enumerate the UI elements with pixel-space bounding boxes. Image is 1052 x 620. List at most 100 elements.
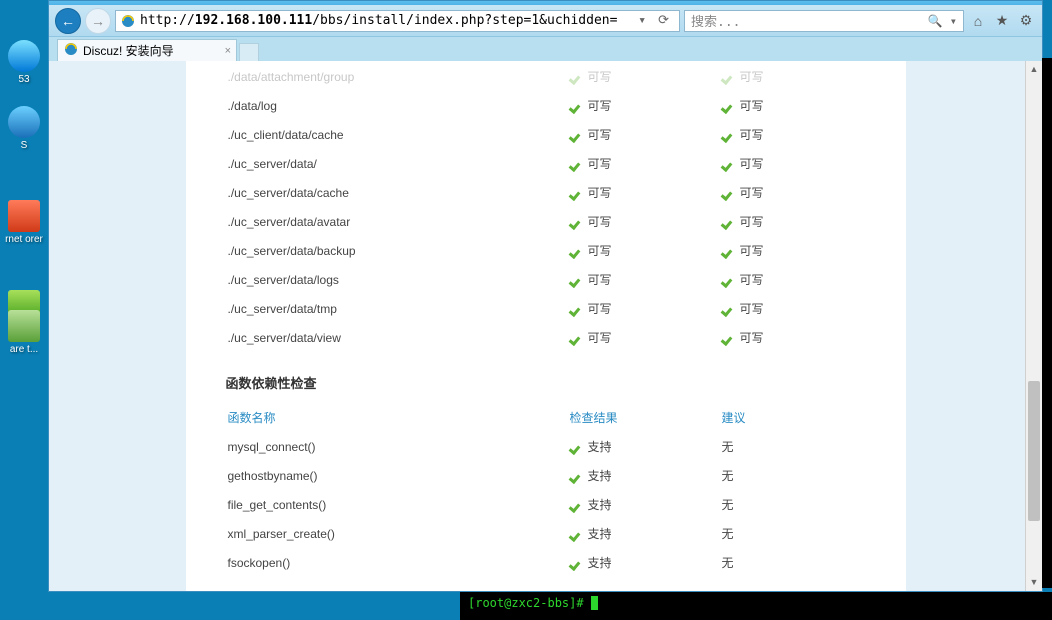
vertical-scrollbar[interactable]: ▲ ▼ bbox=[1025, 61, 1042, 591]
cell-func-name: gethostbyname() bbox=[228, 462, 568, 489]
cell-status: 可写 bbox=[570, 237, 720, 264]
check-icon bbox=[722, 188, 736, 200]
check-icon bbox=[570, 333, 584, 345]
tab-discuz[interactable]: Discuz! 安装向导 × bbox=[57, 39, 237, 61]
scrollbar-thumb[interactable] bbox=[1028, 381, 1040, 521]
address-bar[interactable]: http://192.168.100.111/bbs/install/index… bbox=[115, 10, 680, 32]
nav-bar: ← → http://192.168.100.111/bbs/install/i… bbox=[49, 5, 1042, 37]
cell-suggest: 可写 bbox=[722, 179, 864, 206]
cell-status: 可写 bbox=[570, 63, 720, 90]
search-box[interactable]: 搜索... 🔍 ▾ bbox=[684, 10, 964, 32]
favorites-icon[interactable]: ★ bbox=[992, 11, 1012, 31]
cell-func-suggest: 无 bbox=[722, 520, 864, 547]
check-icon bbox=[722, 217, 736, 229]
cell-status: 可写 bbox=[570, 121, 720, 148]
arrow-left-icon: ← bbox=[61, 13, 75, 29]
cell-path: ./data/log bbox=[228, 92, 568, 119]
table-row: ./uc_client/data/cache 可写 可写 bbox=[228, 121, 864, 148]
check-icon bbox=[570, 558, 584, 570]
table-row: ./uc_server/data/cache 可写 可写 bbox=[228, 179, 864, 206]
cell-suggest: 可写 bbox=[722, 266, 864, 293]
new-tab-button[interactable] bbox=[239, 43, 259, 61]
browser-window: ← → http://192.168.100.111/bbs/install/i… bbox=[48, 0, 1043, 592]
search-icon[interactable]: 🔍 ▾ bbox=[928, 14, 957, 28]
check-icon bbox=[570, 246, 584, 258]
desktop-icon[interactable]: 53 bbox=[4, 40, 44, 85]
cell-func-result: 支持 bbox=[570, 491, 720, 518]
cell-func-name: mysql_connect() bbox=[228, 433, 568, 460]
col-header-suggest: 建议 bbox=[722, 404, 864, 431]
ie-icon bbox=[120, 13, 136, 29]
cell-path: ./uc_server/data/logs bbox=[228, 266, 568, 293]
url-text: http://192.168.100.111/bbs/install/index… bbox=[140, 13, 617, 28]
cell-func-suggest: 无 bbox=[722, 491, 864, 518]
check-icon bbox=[570, 500, 584, 512]
table-row: ./uc_server/data/logs 可写 可写 bbox=[228, 266, 864, 293]
cell-func-result: 支持 bbox=[570, 520, 720, 547]
cell-func-suggest: 无 bbox=[722, 549, 864, 576]
back-button[interactable]: ← bbox=[55, 8, 81, 34]
terminal-window[interactable] bbox=[1042, 58, 1052, 588]
cell-func-name: file_get_contents() bbox=[228, 491, 568, 518]
desktop-icon-ie[interactable]: rnet orer bbox=[4, 200, 44, 245]
cell-func-result: 支持 bbox=[570, 462, 720, 489]
table-row: ./data/log 可写 可写 bbox=[228, 92, 864, 119]
tab-title: Discuz! 安装向导 bbox=[83, 42, 174, 59]
check-icon bbox=[570, 304, 584, 316]
check-icon bbox=[570, 130, 584, 142]
cell-suggest: 可写 bbox=[722, 324, 864, 351]
check-icon bbox=[570, 529, 584, 541]
page-content: ./data/attachment/group 可写 可写 ./data/log… bbox=[49, 61, 1042, 591]
cell-path: ./uc_server/data/tmp bbox=[228, 295, 568, 322]
desktop-icon[interactable]: S bbox=[4, 106, 44, 151]
tools-icon[interactable]: ⚙ bbox=[1016, 11, 1036, 31]
table-row: mysql_connect() 支持 无 bbox=[228, 433, 864, 460]
cell-path: ./uc_client/data/cache bbox=[228, 121, 568, 148]
table-row: xml_parser_create() 支持 无 bbox=[228, 520, 864, 547]
forward-button[interactable]: → bbox=[85, 8, 111, 34]
check-icon bbox=[722, 304, 736, 316]
cell-func-name: fsockopen() bbox=[228, 549, 568, 576]
cell-path: ./uc_server/data/ bbox=[228, 150, 568, 177]
cell-func-suggest: 无 bbox=[722, 433, 864, 460]
check-icon bbox=[570, 217, 584, 229]
check-icon bbox=[570, 188, 584, 200]
cell-status: 可写 bbox=[570, 150, 720, 177]
table-row: ./uc_server/data/ 可写 可写 bbox=[228, 150, 864, 177]
cell-func-suggest: 无 bbox=[722, 462, 864, 489]
terminal-prompt[interactable]: [root@zxc2-bbs]# bbox=[460, 592, 1052, 620]
cell-path: ./uc_server/data/backup bbox=[228, 237, 568, 264]
cell-path: ./uc_server/data/view bbox=[228, 324, 568, 351]
check-icon bbox=[722, 130, 736, 142]
check-icon bbox=[570, 471, 584, 483]
cell-status: 可写 bbox=[570, 324, 720, 351]
col-header-result: 检查结果 bbox=[570, 404, 720, 431]
cell-suggest: 可写 bbox=[722, 150, 864, 177]
cell-status: 可写 bbox=[570, 92, 720, 119]
installer-panel: ./data/attachment/group 可写 可写 ./data/log… bbox=[186, 61, 906, 591]
directory-check-table: ./data/attachment/group 可写 可写 ./data/log… bbox=[226, 61, 866, 353]
check-icon bbox=[722, 72, 736, 84]
refresh-icon[interactable]: ⟳ bbox=[652, 13, 675, 28]
check-icon bbox=[570, 159, 584, 171]
desktop-icon[interactable]: are t... bbox=[4, 310, 44, 355]
scroll-down-arrow[interactable]: ▼ bbox=[1026, 574, 1042, 591]
check-icon bbox=[722, 246, 736, 258]
close-tab-icon[interactable]: × bbox=[225, 45, 231, 57]
cell-path: ./uc_server/data/cache bbox=[228, 179, 568, 206]
cell-suggest: 可写 bbox=[722, 121, 864, 148]
cell-suggest: 可写 bbox=[722, 295, 864, 322]
cell-status: 可写 bbox=[570, 295, 720, 322]
scroll-up-arrow[interactable]: ▲ bbox=[1026, 61, 1042, 78]
cell-func-name: xml_parser_create() bbox=[228, 520, 568, 547]
search-placeholder: 搜索... bbox=[691, 11, 740, 30]
arrow-right-icon: → bbox=[91, 13, 105, 29]
cell-suggest: 可写 bbox=[722, 208, 864, 235]
check-icon bbox=[570, 72, 584, 84]
section-title-functions: 函数依赖性检查 bbox=[226, 373, 866, 392]
table-row: ./data/attachment/group 可写 可写 bbox=[228, 63, 864, 90]
home-icon[interactable]: ⌂ bbox=[968, 11, 988, 31]
table-row: ./uc_server/data/tmp 可写 可写 bbox=[228, 295, 864, 322]
cell-suggest: 可写 bbox=[722, 237, 864, 264]
function-check-table: 函数名称 检查结果 建议 mysql_connect() 支持 无 gethos… bbox=[226, 402, 866, 578]
